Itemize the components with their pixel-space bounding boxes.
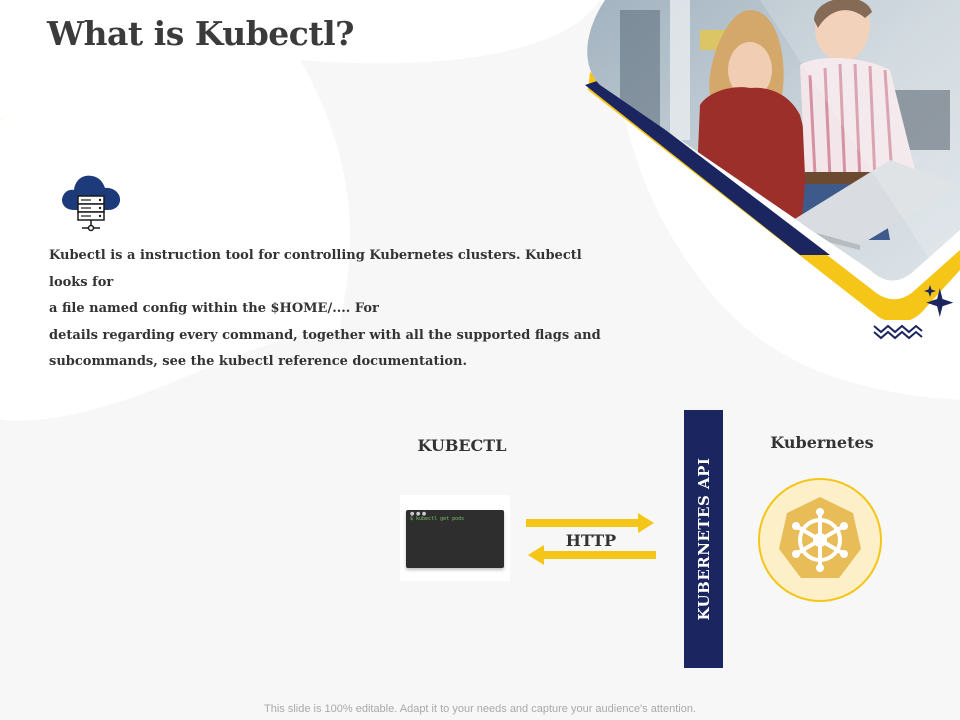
terminal-screen: ● ● ● $ kubectl get pods — [406, 510, 504, 568]
description-line: subcommands, see the kubectl reference d… — [49, 354, 468, 369]
sparkle-icon — [924, 285, 954, 317]
zigzag-decoration — [873, 324, 923, 340]
footer-note: This slide is 100% editable. Adapt it to… — [264, 703, 696, 715]
terminal-command: $ kubectl get pods — [410, 516, 465, 522]
description-text: Kubectl is a instruction tool for contro… — [49, 243, 619, 376]
kubernetes-api-label: KUBERNETES API — [694, 457, 713, 621]
office-photo — [585, 0, 960, 320]
kubernetes-api-bar: KUBERNETES API — [684, 410, 723, 668]
arrow-right-icon — [526, 513, 654, 533]
description-line: a file named config within the $HOME/...… — [49, 301, 379, 316]
slide-title: What is Kubectl? — [47, 14, 355, 53]
kubernetes-helm-icon — [758, 478, 882, 602]
cloud-server-icon — [56, 166, 126, 240]
http-label: HTTP — [565, 531, 617, 550]
kubectl-label: KUBECTL — [417, 436, 507, 455]
description-line: details regarding every command, togethe… — [49, 327, 601, 343]
kubernetes-label: Kubernetes — [770, 433, 874, 452]
terminal-window: ● ● ● $ kubectl get pods — [400, 495, 510, 581]
description-line: Kubectl is a instruction tool for contro… — [49, 248, 582, 290]
